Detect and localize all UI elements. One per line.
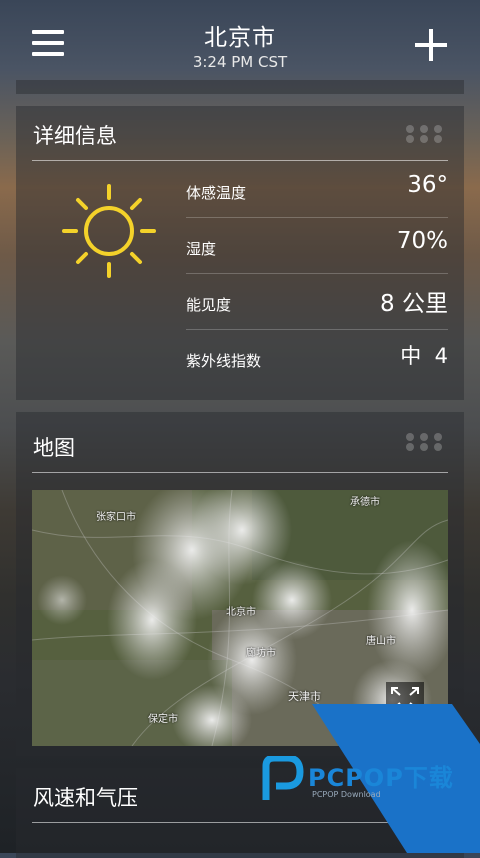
map-label-chengde: 承德市	[350, 497, 380, 508]
add-location-icon[interactable]	[415, 29, 447, 61]
map-title: 地图	[33, 436, 75, 460]
feels-like-value: 36°	[407, 172, 448, 198]
wind-pressure-title: 风速和气压	[33, 786, 138, 810]
visibility-row: 能见度 8 公里	[186, 274, 448, 330]
watermark-brand: PCPOP下载	[308, 764, 454, 792]
uv-index-label: 紫外线指数	[186, 352, 262, 370]
visibility-value: 8 公里	[380, 291, 448, 317]
humidity-value: 70%	[396, 228, 448, 254]
map-label-beijing: 北京市	[226, 607, 256, 618]
uv-index-row: 紫外线指数 中 4	[186, 330, 448, 386]
feels-like-label: 体感温度	[186, 184, 247, 202]
details-card: 详细信息 体感温度 36° 湿度 70% 能见度 8 公里 紫外线指数 中 4	[16, 106, 464, 400]
visibility-label: 能见度	[186, 296, 232, 314]
map-label-baoding: 保定市	[148, 714, 178, 725]
drag-handle-icon[interactable]	[404, 430, 448, 452]
pcpop-logo-icon	[262, 756, 304, 800]
drag-handle-icon[interactable]	[404, 122, 448, 144]
pcpop-watermark: PCPOP下载 PCPOP Download	[258, 754, 468, 804]
feels-like-row: 体感温度 36°	[186, 162, 448, 218]
humidity-label: 湿度	[186, 240, 217, 258]
map-label-zhangjiakou: 张家口市	[96, 512, 136, 523]
map-label-tianjin: 天津市	[288, 690, 321, 703]
details-divider	[32, 160, 448, 161]
map-label-langfang: 廊坊市	[246, 648, 276, 659]
top-bar: 北京市 3:24 PM CST	[0, 0, 480, 80]
map-label-tangshan: 唐山市	[366, 636, 396, 647]
sunny-icon	[62, 184, 156, 278]
uv-index-value: 中 4	[400, 344, 448, 368]
map-divider	[32, 472, 448, 473]
humidity-row: 湿度 70%	[186, 218, 448, 274]
details-title: 详细信息	[33, 124, 117, 148]
previous-card-edge	[16, 80, 464, 94]
watermark-subtitle: PCPOP Download	[312, 790, 381, 799]
city-name[interactable]: 北京市	[0, 18, 480, 52]
local-time: 3:24 PM CST	[192, 53, 288, 71]
